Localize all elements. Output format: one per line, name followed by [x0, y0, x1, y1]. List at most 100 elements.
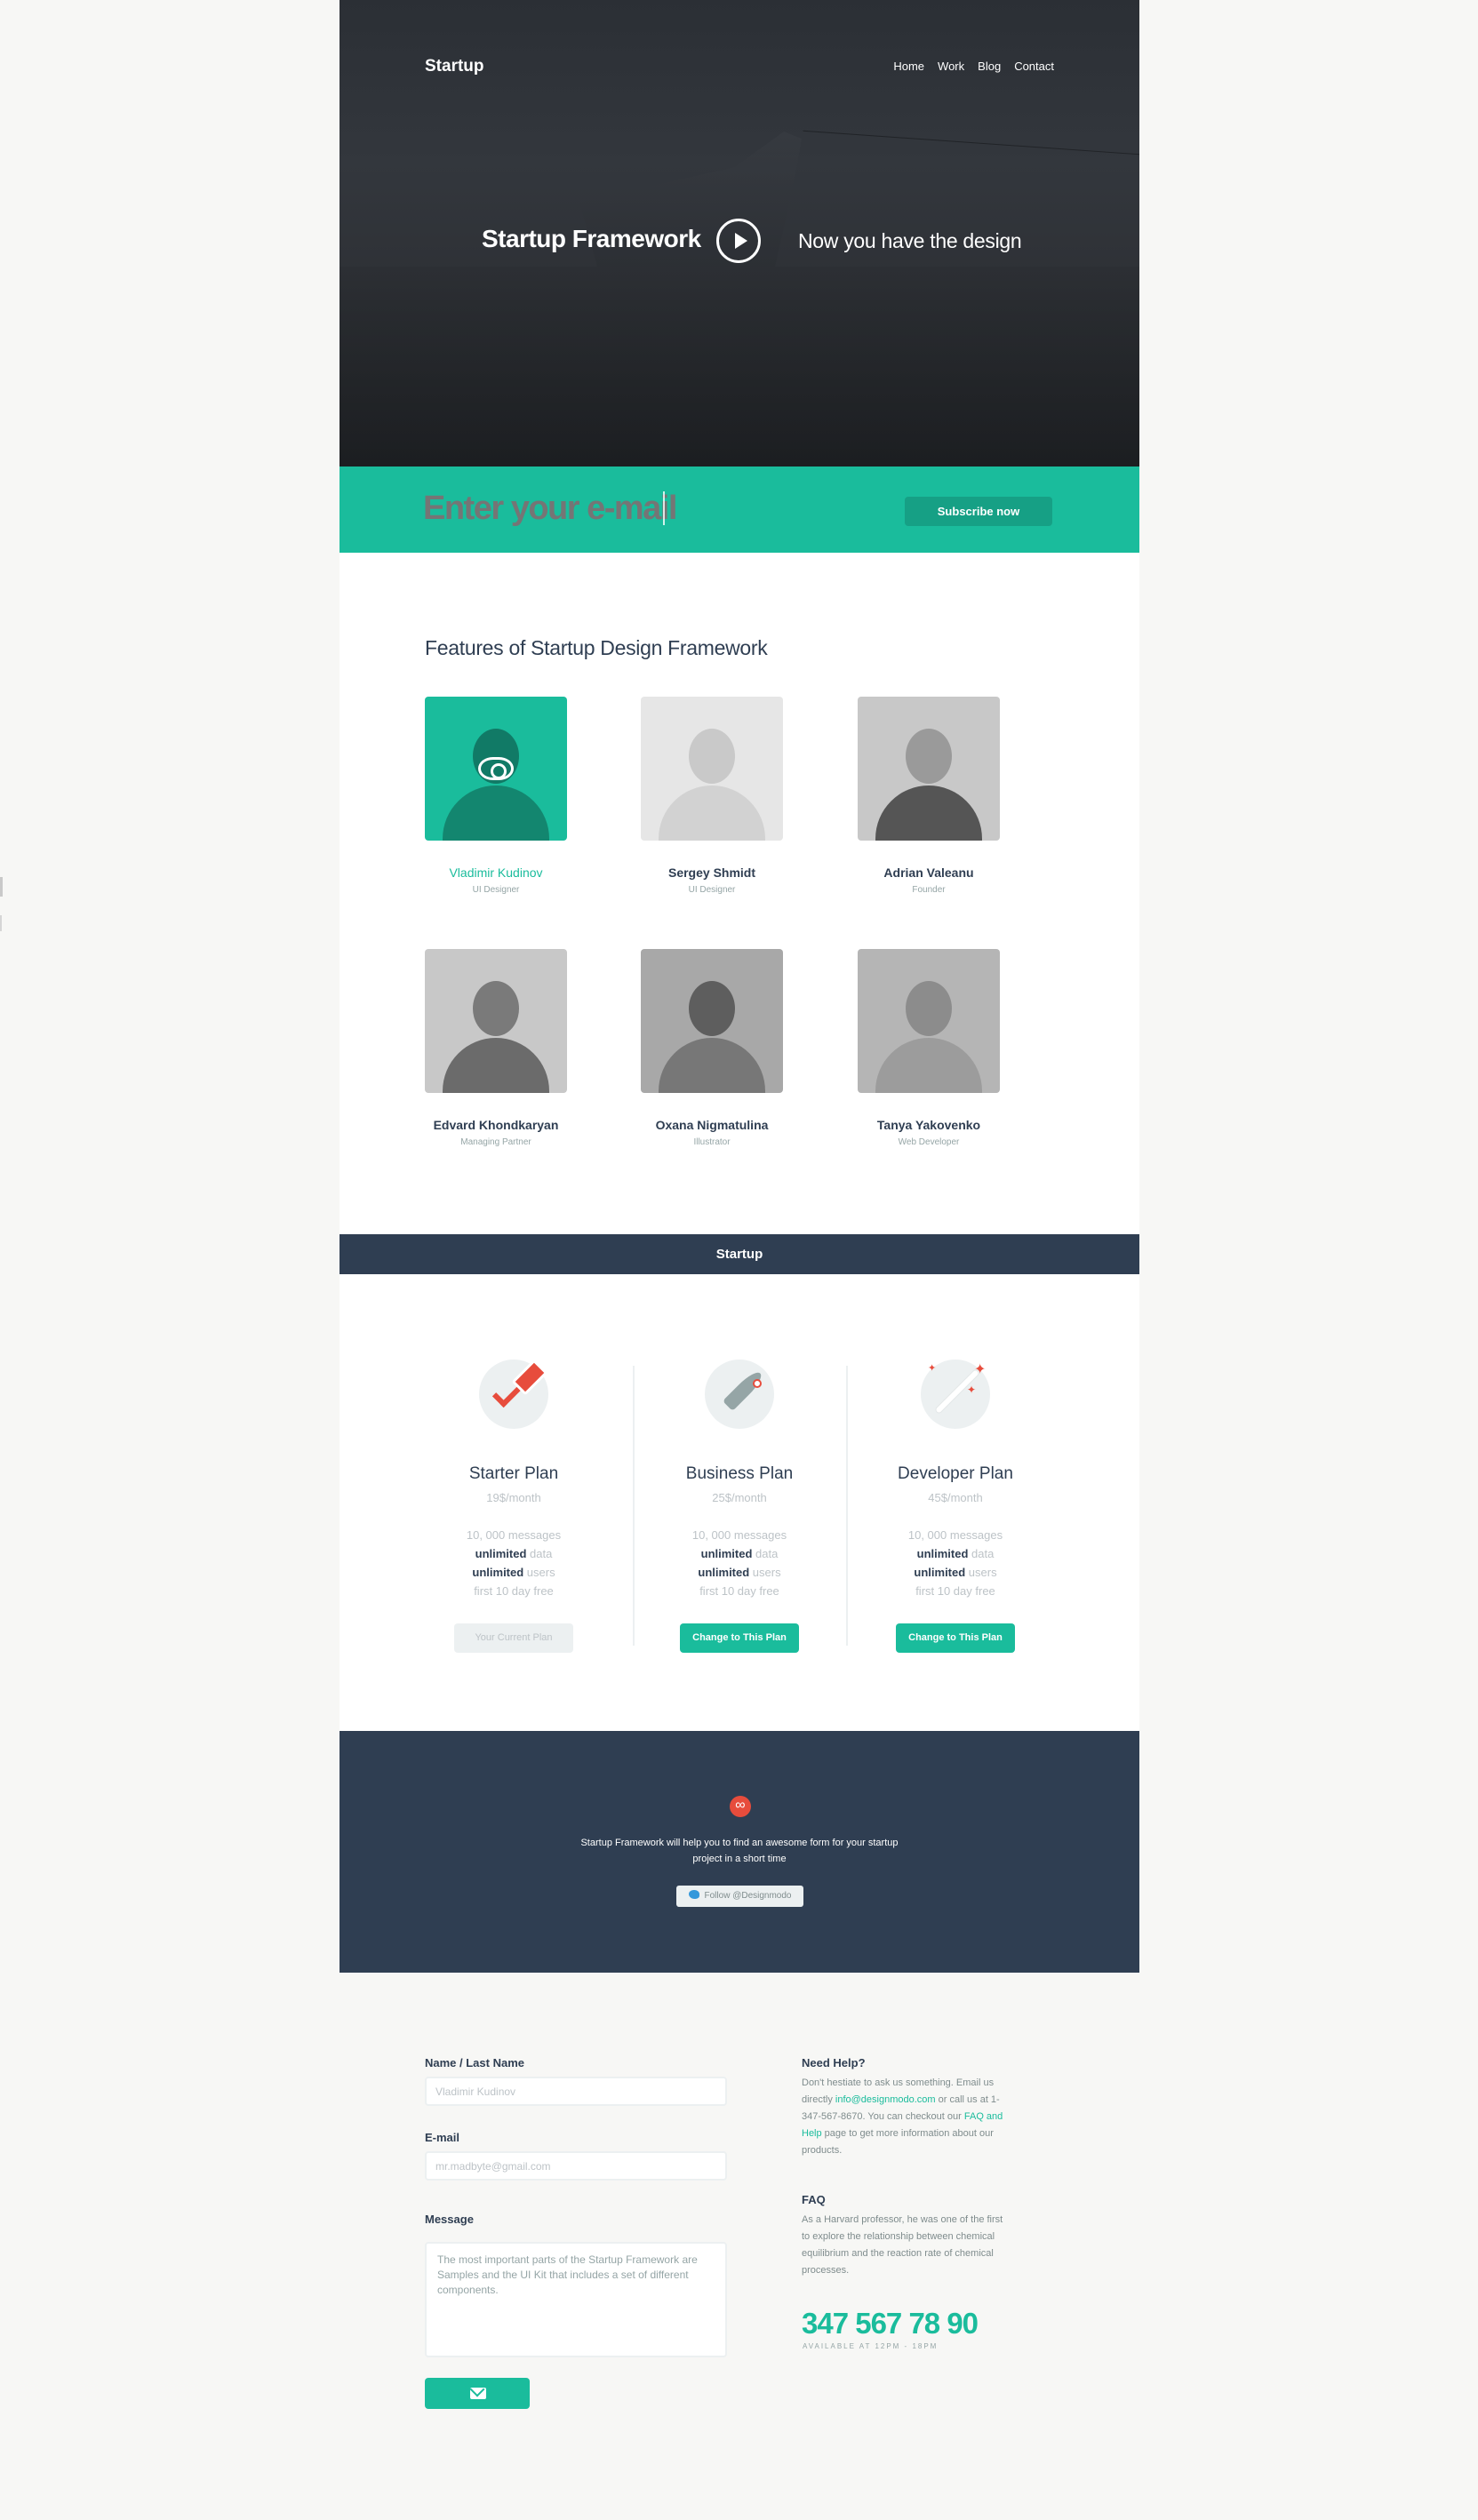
- faq-title: FAQ: [802, 2193, 826, 2206]
- scroll-edge-mark: [0, 915, 2, 931]
- plan-feature-bold: unlimited: [472, 1566, 524, 1579]
- sparkle-icon: ✦: [967, 1384, 977, 1396]
- startup-title-bar: Startup: [340, 1234, 1139, 1274]
- photo-silhouette-head: [906, 980, 952, 1036]
- photo-silhouette-head: [689, 728, 735, 784]
- team-member-card[interactable]: Adrian Valeanu Founder: [858, 697, 1000, 895]
- plan-feature: unlimited data: [867, 1544, 1044, 1563]
- member-name[interactable]: Vladimir Kudinov: [425, 865, 567, 880]
- member-role: Illustrator: [693, 1137, 731, 1147]
- change-plan-button[interactable]: Change to This Plan: [680, 1623, 799, 1653]
- eye-icon[interactable]: [478, 757, 514, 780]
- twitter-icon: [688, 1890, 699, 1899]
- plan-feature: first 10 day free: [915, 1584, 995, 1598]
- photo-silhouette-body: [875, 1038, 982, 1093]
- plan-feature: first 10 day free: [699, 1584, 779, 1598]
- plan-divider: [633, 1366, 635, 1646]
- team-member-card[interactable]: Vladimir Kudinov UI Designer: [425, 697, 567, 895]
- team-section-title: Features of Startup Design Framework: [425, 636, 768, 659]
- change-plan-button[interactable]: Change to This Plan: [896, 1623, 1015, 1653]
- member-role: Managing Partner: [460, 1137, 531, 1147]
- brand-logo[interactable]: Startup: [425, 57, 484, 76]
- photo-silhouette-body: [443, 1038, 549, 1093]
- plan-feature: unlimited data: [651, 1544, 828, 1563]
- plan-feature-bold: unlimited: [916, 1547, 969, 1560]
- member-photo[interactable]: [425, 949, 567, 1093]
- photo-silhouette-head: [689, 980, 735, 1036]
- plan-divider: [846, 1366, 848, 1646]
- member-photo[interactable]: [641, 949, 783, 1093]
- checkmark-icon: [479, 1359, 548, 1429]
- phone-number: 347 567 78 90: [802, 2307, 979, 2340]
- name-input[interactable]: [425, 2077, 727, 2106]
- photo-silhouette-head: [906, 728, 952, 784]
- plan-feature-text: data: [526, 1547, 553, 1560]
- plan-feature-bold: unlimited: [700, 1547, 753, 1560]
- hero-subtitle: Now you have the design: [798, 229, 1022, 252]
- member-photo[interactable]: [858, 697, 1000, 841]
- plan-price: 19$/month: [486, 1491, 541, 1504]
- plan-feature: first 10 day free: [474, 1584, 554, 1598]
- plan-name: Starter Plan: [468, 1464, 559, 1483]
- plan-feature-bold: unlimited: [914, 1566, 966, 1579]
- plan-feature-text: data: [752, 1547, 779, 1560]
- help-text: Don't hestiate to ask us something. Emai…: [802, 2075, 1006, 2159]
- plan-feature-text: users: [749, 1566, 781, 1579]
- current-plan-button[interactable]: Your Current Plan: [454, 1623, 573, 1653]
- pricing-plan-business: Business Plan 25$/month 10, 000 messages…: [651, 1360, 828, 1653]
- plan-feature-text: users: [523, 1566, 555, 1579]
- nav-item-contact[interactable]: Contact: [1014, 60, 1054, 73]
- member-photo[interactable]: [858, 949, 1000, 1093]
- rocket-icon: [705, 1360, 774, 1429]
- scroll-edge-mark: [0, 877, 3, 897]
- plan-name: Business Plan: [685, 1464, 794, 1483]
- email-input[interactable]: [425, 2151, 727, 2181]
- plan-price: 45$/month: [928, 1491, 983, 1504]
- promo-section: Startup Framework will help you to find …: [340, 1731, 1139, 1973]
- nav-item-blog[interactable]: Blog: [978, 60, 1001, 73]
- pricing-section: Starter Plan 19$/month 10, 000 messages …: [340, 1274, 1139, 1731]
- plan-feature: unlimited data: [425, 1544, 603, 1563]
- member-photo[interactable]: [425, 697, 567, 841]
- member-name[interactable]: Sergey Shmidt: [641, 865, 783, 880]
- availability-text: AVAILABLE AT 12PM - 18PM: [803, 2342, 939, 2350]
- member-photo[interactable]: [641, 697, 783, 841]
- text-caret: [663, 491, 665, 525]
- photo-silhouette-body: [659, 786, 765, 841]
- promo-text: Startup Framework will help you to find …: [580, 1838, 899, 1864]
- photo-silhouette-head: [473, 980, 519, 1036]
- message-textarea[interactable]: [425, 2242, 727, 2357]
- nav-item-home[interactable]: Home: [893, 60, 924, 73]
- member-name[interactable]: Adrian Valeanu: [858, 865, 1000, 880]
- rocket-body: [722, 1368, 766, 1412]
- plan-feature: unlimited users: [867, 1563, 1044, 1582]
- hero-title: Startup Framework: [482, 225, 701, 252]
- follow-twitter-button[interactable]: Follow @Designmodo: [676, 1886, 803, 1907]
- send-button[interactable]: [425, 2378, 530, 2409]
- name-field-label: Name / Last Name: [425, 2056, 524, 2069]
- subscribe-button[interactable]: Subscribe now: [905, 497, 1052, 526]
- email-field-label: E-mail: [425, 2131, 460, 2144]
- plan-feature: unlimited users: [425, 1563, 603, 1582]
- member-role: Founder: [912, 885, 946, 895]
- subscribe-email-input[interactable]: [423, 486, 761, 530]
- team-member-card[interactable]: Edvard Khondkaryan Managing Partner: [425, 949, 567, 1147]
- member-name[interactable]: Oxana Nigmatulina: [641, 1118, 783, 1132]
- plan-feature: 10, 000 messages: [466, 1528, 562, 1542]
- plan-feature: 10, 000 messages: [691, 1528, 787, 1542]
- follow-button-label: Follow @Designmodo: [704, 1891, 792, 1901]
- nav-item-work[interactable]: Work: [938, 60, 964, 73]
- team-member-card[interactable]: Tanya Yakovenko Web Developer: [858, 949, 1000, 1147]
- main-nav: Home Work Blog Contact: [893, 60, 1054, 73]
- team-member-card[interactable]: Oxana Nigmatulina Illustrator: [641, 949, 783, 1147]
- member-name[interactable]: Tanya Yakovenko: [858, 1118, 1000, 1132]
- member-name[interactable]: Edvard Khondkaryan: [425, 1118, 567, 1132]
- magic-wand-icon: ✦ ✦ ✦: [921, 1360, 990, 1429]
- team-member-card[interactable]: Sergey Shmidt UI Designer: [641, 697, 783, 895]
- play-icon[interactable]: [716, 219, 761, 263]
- plan-name: Developer Plan: [898, 1464, 1013, 1483]
- hero-section: Startup Home Work Blog Contact Startup F…: [340, 0, 1139, 467]
- rocket-window: [753, 1379, 762, 1388]
- help-email-link[interactable]: info@designmodo.com: [835, 2094, 936, 2105]
- plan-features: 10, 000 messages unlimited data unlimite…: [867, 1526, 1044, 1600]
